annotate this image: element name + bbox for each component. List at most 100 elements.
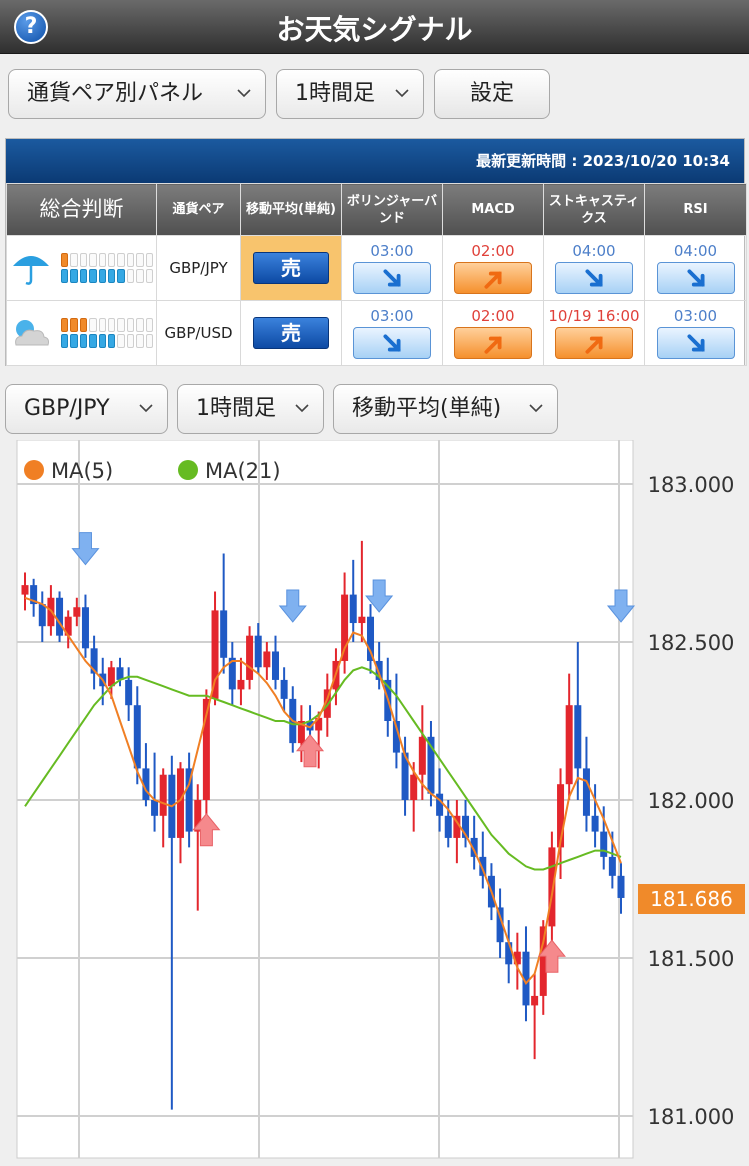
candle <box>73 607 81 617</box>
candle <box>444 815 452 838</box>
chart-pair-select[interactable]: GBP/JPY <box>5 384 168 434</box>
settings-button[interactable]: 設定 <box>434 69 550 119</box>
candle <box>582 768 590 816</box>
chevron-down-icon <box>395 89 409 98</box>
rsi-cell: 04:00 <box>644 235 747 301</box>
ma-cell: 売 <box>240 300 342 366</box>
meter-segment <box>136 269 144 283</box>
arrow-down-right-icon <box>686 334 705 352</box>
candle <box>237 679 245 690</box>
panel-select[interactable]: 通貨ペア別パネル <box>8 69 266 119</box>
candle <box>617 875 625 898</box>
meter-segment <box>60 334 69 348</box>
y-tick-label: 182.000 <box>648 789 735 813</box>
signal-panel: 最新更新時間 : 2023/10/20 10:34 総合判断 通貨ペア 移動平均… <box>5 138 747 366</box>
pair-cell: GBP/JPY <box>156 235 241 301</box>
macd-cell: 02:00 <box>442 235 544 301</box>
signal-time: 02:00 <box>471 307 515 325</box>
timeframe-select[interactable]: 1時間足 <box>276 69 424 119</box>
meter-segment <box>126 334 135 348</box>
strength-meter <box>60 251 153 285</box>
down-signal-button[interactable] <box>656 262 735 294</box>
candle <box>349 594 357 624</box>
candle <box>220 610 228 658</box>
macd-cell: 02:00 <box>442 300 544 366</box>
ma-cell: 売 <box>240 235 342 301</box>
col-ma: 移動平均(単純) <box>240 183 342 236</box>
candle <box>254 635 262 668</box>
arrow-down-right-icon <box>686 269 705 287</box>
legend-swatch <box>24 460 44 480</box>
meter-segment <box>70 334 78 348</box>
signal-time: 03:00 <box>370 242 414 260</box>
chart-timeframe-label: 1時間足 <box>196 396 276 421</box>
col-bollinger: ボリンジャーバンド <box>341 183 443 236</box>
meter-segment <box>117 318 125 332</box>
signal-time: 04:00 <box>673 242 718 260</box>
signal-time: 02:00 <box>471 242 515 260</box>
candle <box>608 856 616 876</box>
chart-timeframe-select[interactable]: 1時間足 <box>177 384 324 434</box>
meter-segment <box>136 334 144 348</box>
meter-segment <box>98 318 106 332</box>
candle <box>176 768 184 838</box>
current-price-label: 181.686 <box>638 884 745 914</box>
umbrella-icon <box>13 256 50 285</box>
candle <box>159 774 167 816</box>
chart-pair-label: GBP/JPY <box>24 396 110 421</box>
candle <box>574 705 582 769</box>
signal-time: 03:00 <box>673 307 718 325</box>
down-signal-button[interactable] <box>353 262 431 294</box>
y-tick-label: 181.000 <box>648 1105 735 1129</box>
meter-segment <box>98 269 106 283</box>
meter-segment <box>60 318 69 332</box>
arrow-down-right-icon <box>383 269 401 287</box>
col-macd: MACD <box>442 183 544 236</box>
meter-segment <box>145 253 153 267</box>
chart-indicator-select[interactable]: 移動平均(単純) <box>333 384 558 434</box>
meter-segment <box>70 269 78 283</box>
candle <box>81 607 89 649</box>
candle <box>271 651 279 680</box>
up-signal-button[interactable] <box>454 262 532 294</box>
down-signal-button[interactable] <box>555 262 633 294</box>
meter-segment <box>107 334 116 348</box>
overall-cell <box>6 300 157 366</box>
table-row[interactable]: GBP/USD 売 03:00 02:00 10/19 16:00 03:00 <box>6 300 747 366</box>
meter-segment <box>70 318 78 332</box>
meter-segment <box>145 334 153 348</box>
candle <box>418 736 426 775</box>
signal-time: 10/19 16:00 <box>548 307 640 325</box>
meter-segment <box>107 253 116 267</box>
legend-label: MA(21) <box>205 459 281 483</box>
meter-segment <box>145 269 153 283</box>
arrow-up-right-icon <box>585 336 603 354</box>
chevron-down-icon <box>237 89 251 98</box>
down-signal-button[interactable] <box>353 327 431 359</box>
meter-segment <box>145 318 153 332</box>
down-signal-button[interactable] <box>656 327 735 359</box>
arrow-down-right-icon <box>585 269 603 287</box>
table-row[interactable]: GBP/JPY 売 03:00 02:00 04:00 04:00 <box>6 235 747 301</box>
sell-badge[interactable]: 売 <box>253 317 329 349</box>
sell-badge[interactable]: 売 <box>253 252 329 284</box>
candle <box>358 616 366 624</box>
col-overall: 総合判断 <box>6 183 157 236</box>
title-bar: ? お天気シグナル <box>0 0 749 54</box>
meter-segment <box>98 253 106 267</box>
meter-segment <box>60 269 69 283</box>
cloudy-icon <box>15 320 50 346</box>
meter-segment <box>89 253 97 267</box>
up-signal-button[interactable] <box>555 327 633 359</box>
price-chart[interactable]: 183.000 182.500 182.000 181.500 181.000 MA(5)… <box>5 440 745 1162</box>
candle <box>21 585 29 595</box>
meter-segment <box>60 253 69 267</box>
candle <box>505 942 513 965</box>
page-title: お天気シグナル <box>276 13 473 46</box>
meter-segment <box>79 334 88 348</box>
rsi-cell: 03:00 <box>644 300 747 366</box>
overall-cell <box>6 235 157 301</box>
up-signal-button[interactable] <box>454 327 532 359</box>
meter-segment <box>126 269 135 283</box>
col-rsi: RSI <box>644 183 747 236</box>
